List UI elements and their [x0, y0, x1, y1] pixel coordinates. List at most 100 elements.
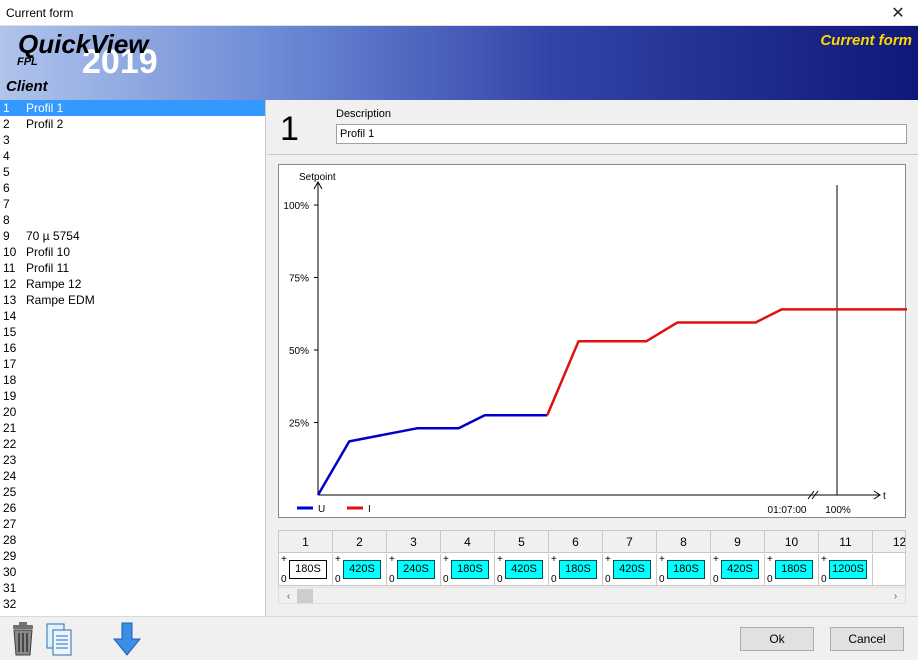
- step-header: 11: [819, 531, 873, 553]
- client-label: Client: [6, 78, 48, 95]
- scroll-right-icon[interactable]: ›: [888, 589, 903, 604]
- step-duration[interactable]: 180S: [289, 560, 327, 579]
- list-item-number: 4: [3, 149, 10, 163]
- profile-number: 1: [280, 110, 299, 148]
- list-item[interactable]: 29: [0, 548, 265, 564]
- list-item-number: 12: [3, 277, 17, 291]
- y-tick-label: 100%: [283, 201, 309, 212]
- list-item-number: 8: [3, 213, 10, 227]
- list-item[interactable]: 21: [0, 420, 265, 436]
- list-item[interactable]: 23: [0, 452, 265, 468]
- step-cell[interactable]: +0 180S: [549, 554, 603, 585]
- step-zero: 0: [551, 574, 557, 585]
- step-duration[interactable]: 420S: [613, 560, 651, 579]
- close-icon[interactable]: ✕: [878, 0, 918, 26]
- list-item[interactable]: 12 Rampe 12: [0, 276, 265, 292]
- step-cell[interactable]: +0 180S: [441, 554, 495, 585]
- step-duration[interactable]: 240S: [397, 560, 435, 579]
- step-cell[interactable]: +0 1200S: [819, 554, 873, 585]
- step-zero: 0: [767, 574, 773, 585]
- step-duration[interactable]: 420S: [721, 560, 759, 579]
- scroll-left-icon[interactable]: ‹: [281, 589, 296, 604]
- step-duration[interactable]: 1200S: [829, 560, 867, 579]
- list-item[interactable]: 6: [0, 180, 265, 196]
- list-item[interactable]: 17: [0, 356, 265, 372]
- arrow-down-icon[interactable]: [112, 621, 142, 657]
- step-duration[interactable]: 180S: [451, 560, 489, 579]
- list-item-number: 21: [3, 421, 17, 435]
- trash-icon[interactable]: [8, 621, 38, 657]
- series-line-I: [546, 308, 907, 416]
- step-plus: +: [443, 554, 449, 565]
- list-item[interactable]: 24: [0, 468, 265, 484]
- step-zero: 0: [821, 574, 827, 585]
- list-item-number: 28: [3, 533, 17, 547]
- step-duration[interactable]: 180S: [775, 560, 813, 579]
- list-item[interactable]: 7: [0, 196, 265, 212]
- step-cell[interactable]: +0 180S: [279, 554, 333, 585]
- ok-button[interactable]: Ok: [740, 627, 814, 651]
- list-item[interactable]: 28: [0, 532, 265, 548]
- list-item[interactable]: 9 70 µ 5754: [0, 228, 265, 244]
- list-item[interactable]: 8: [0, 212, 265, 228]
- step-cell[interactable]: +0 420S: [603, 554, 657, 585]
- step-duration[interactable]: 180S: [667, 560, 705, 579]
- list-item-number: 24: [3, 469, 17, 483]
- step-duration[interactable]: 420S: [343, 560, 381, 579]
- cancel-button[interactable]: Cancel: [830, 627, 904, 651]
- list-item[interactable]: 26: [0, 500, 265, 516]
- step-duration[interactable]: 420S: [505, 560, 543, 579]
- copy-icon[interactable]: [44, 621, 74, 657]
- step-cell[interactable]: +0 180S: [657, 554, 711, 585]
- list-item[interactable]: 27: [0, 516, 265, 532]
- list-item[interactable]: 4: [0, 148, 265, 164]
- list-item[interactable]: 2 Profil 2: [0, 116, 265, 132]
- y-tick-label: 25%: [289, 419, 309, 430]
- list-item-number: 25: [3, 485, 17, 499]
- list-item[interactable]: 10 Profil 10: [0, 244, 265, 260]
- list-item[interactable]: 3: [0, 132, 265, 148]
- step-header: 6: [549, 531, 603, 553]
- scroll-thumb[interactable]: [297, 589, 313, 603]
- list-item-name: Profil 1: [26, 101, 64, 115]
- list-item[interactable]: 13 Rampe EDM: [0, 292, 265, 308]
- list-item-number: 6: [3, 181, 10, 195]
- step-cell[interactable]: +0 420S: [495, 554, 549, 585]
- step-cell[interactable]: +0 180S: [765, 554, 819, 585]
- step-plus: +: [335, 554, 341, 565]
- list-item[interactable]: 15: [0, 324, 265, 340]
- list-item-number: 20: [3, 405, 17, 419]
- step-header: 5: [495, 531, 549, 553]
- list-item[interactable]: 31: [0, 580, 265, 596]
- list-item[interactable]: 25: [0, 484, 265, 500]
- list-item[interactable]: 16: [0, 340, 265, 356]
- list-item[interactable]: 32: [0, 596, 265, 612]
- profile-list[interactable]: 1 Profil 1 2 Profil 2 3 4 5 6 7 8 9 70 µ 5754 10 Prof…: [0, 100, 266, 616]
- list-item[interactable]: 20: [0, 404, 265, 420]
- list-item[interactable]: 19: [0, 388, 265, 404]
- step-duration[interactable]: 180S: [559, 560, 597, 579]
- steps-scrollbar[interactable]: ‹ ›: [278, 587, 906, 604]
- list-item[interactable]: 14: [0, 308, 265, 324]
- setpoint-chart: 100% 75% 50% 25% Setpoint t 01:07:00 100% U I: [278, 164, 907, 518]
- list-item[interactable]: 22: [0, 436, 265, 452]
- list-item[interactable]: 5: [0, 164, 265, 180]
- list-item[interactable]: 30: [0, 564, 265, 580]
- y-tick-label: 50%: [289, 346, 309, 357]
- step-zero: 0: [389, 574, 395, 585]
- list-item-name: Profil 2: [26, 117, 64, 131]
- step-header: 9: [711, 531, 765, 553]
- description-field[interactable]: [336, 124, 907, 144]
- x-axis-label: t: [883, 491, 886, 502]
- x-end-label: 01:07:00: [768, 505, 807, 516]
- list-item[interactable]: 11 Profil 11: [0, 260, 265, 276]
- list-item-name: Profil 10: [26, 245, 71, 259]
- steps-grid[interactable]: 1 2 3 4 5 6 7 8 9 10 11 12 +0 180S +0 420S +0 240S +0 180S +…: [278, 530, 906, 586]
- step-cell[interactable]: +0 420S: [711, 554, 765, 585]
- list-item[interactable]: 1 Profil 1: [0, 100, 265, 116]
- step-cell[interactable]: +0 240S: [387, 554, 441, 585]
- list-item-number: 26: [3, 501, 17, 515]
- list-item[interactable]: 18: [0, 372, 265, 388]
- step-cell[interactable]: +0 420S: [333, 554, 387, 585]
- list-item-number: 3: [3, 133, 10, 147]
